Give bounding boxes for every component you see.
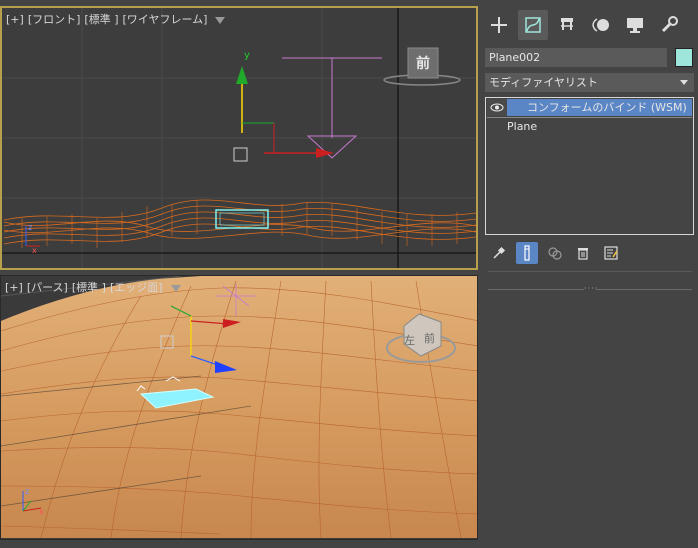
- utilities-tab[interactable]: [654, 10, 684, 40]
- modifier-list-dropdown[interactable]: モディファイヤリスト: [485, 73, 694, 92]
- chevron-down-icon: [680, 80, 688, 85]
- create-tab[interactable]: [484, 10, 514, 40]
- perspective-viewport-label[interactable]: [+] [パース] [標準 ] [エッジ面]: [5, 279, 181, 295]
- display-icon: [627, 18, 643, 33]
- viewport-menu-plus[interactable]: [+]: [5, 281, 23, 294]
- front-viewport[interactable]: y z x [+] [フロント] [標準 ] [ワイヤフレーム] 前: [0, 6, 478, 270]
- rollout-divider[interactable]: ····: [488, 285, 692, 293]
- front-viewport-label[interactable]: [+] [フロント] [標準 ] [ワイヤフレーム]: [6, 11, 226, 27]
- base-object-name: Plane: [507, 120, 538, 133]
- viewcube-persp-label-left[interactable]: 左: [404, 332, 415, 348]
- pin-stack-button[interactable]: [488, 242, 510, 264]
- remove-modifier-icon: [578, 248, 588, 260]
- viewcube-front-label[interactable]: 前: [413, 53, 433, 73]
- make-unique-button[interactable]: [544, 242, 566, 264]
- viewport-display-mode[interactable]: [ワイヤフレーム]: [123, 13, 208, 26]
- transform-gizmo: y: [233, 50, 334, 162]
- filter-icon[interactable]: [215, 16, 226, 24]
- svg-text:z: z: [28, 223, 32, 232]
- motion-tab[interactable]: [586, 10, 616, 40]
- perspective-viewport[interactable]: z x [+] [パース] [標準 ] [エッジ面] 左 前: [0, 275, 478, 540]
- terrain-surface: [1, 276, 477, 538]
- modifier-stack-item-base[interactable]: Plane: [487, 117, 692, 135]
- motion-icon: [592, 18, 609, 32]
- modify-icon: [525, 17, 541, 33]
- show-end-result-button[interactable]: [516, 242, 538, 264]
- pin-stack-icon: [493, 246, 506, 259]
- viewport-shading-standard[interactable]: [標準 ]: [84, 13, 118, 26]
- modifier-stack: コンフォームのバインド (WSM) Plane: [485, 97, 694, 235]
- viewport-shading-standard[interactable]: [標準 ]: [72, 281, 106, 294]
- perspective-viewport-canvas: z x: [1, 276, 477, 539]
- object-name-field[interactable]: Plane002: [485, 48, 667, 67]
- command-panel: Plane002 モディファイヤリスト コンフォームのバインド (WSM) Pl…: [480, 0, 698, 548]
- svg-text:y: y: [244, 50, 250, 61]
- configure-sets-icon: [604, 246, 618, 260]
- create-icon: [491, 17, 507, 33]
- space-warp-gizmo: [282, 57, 382, 159]
- modify-tab[interactable]: [518, 10, 548, 40]
- modifier-stack-toolbar: [488, 242, 622, 264]
- terrain-wireframe: [3, 199, 476, 245]
- viewport-display-mode[interactable]: [エッジ面]: [110, 281, 163, 294]
- viewcube-persp-label-front[interactable]: 前: [424, 330, 435, 346]
- toolbar-divider: [488, 271, 692, 272]
- svg-text:x: x: [32, 246, 37, 255]
- utilities-icon: [661, 16, 678, 33]
- modifier-name: コンフォームのバインド (WSM): [527, 101, 687, 114]
- show-end-result-icon: [524, 245, 530, 261]
- configure-modifier-sets-button[interactable]: [600, 242, 622, 264]
- display-tab[interactable]: [620, 10, 650, 40]
- modifier-list-label: モディファイヤリスト: [489, 76, 598, 89]
- hierarchy-tab[interactable]: [552, 10, 582, 40]
- svg-text:z: z: [25, 487, 29, 496]
- viewport-point-of-view[interactable]: [パース]: [27, 281, 68, 294]
- viewport-menu-plus[interactable]: [+]: [6, 13, 24, 26]
- make-unique-icon: [548, 247, 562, 260]
- front-viewport-canvas: y z x: [2, 8, 476, 268]
- hierarchy-icon: [561, 18, 573, 30]
- object-color-swatch[interactable]: [675, 48, 693, 67]
- remove-modifier-button[interactable]: [572, 242, 594, 264]
- viewport-point-of-view[interactable]: [フロント]: [28, 13, 81, 26]
- svg-text:x: x: [39, 507, 44, 516]
- eye-icon[interactable]: [487, 99, 507, 116]
- command-panel-tabs: [484, 10, 694, 46]
- modifier-stack-item-selected[interactable]: コンフォームのバインド (WSM): [487, 99, 692, 116]
- filter-icon[interactable]: [170, 284, 181, 292]
